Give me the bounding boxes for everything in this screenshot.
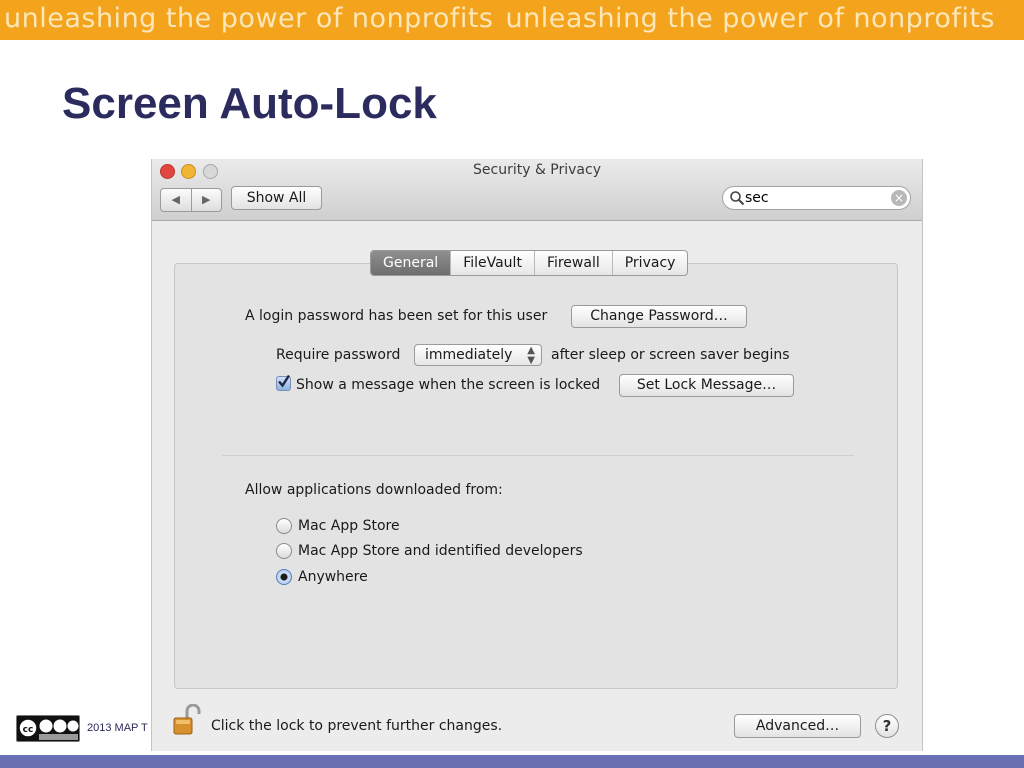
tab-filevault[interactable]: FileVault: [450, 251, 534, 275]
unlocked-padlock-icon[interactable]: [172, 704, 202, 736]
creative-commons-badge: cc: [18, 718, 79, 740]
checkmark-icon: [278, 374, 291, 388]
security-privacy-window: Security & Privacy ◀ ▶ Show All × Genera…: [151, 159, 923, 751]
creative-commons-icon: cc: [16, 715, 80, 742]
back-forward-control: ◀ ▶: [160, 188, 222, 212]
require-password-value: immediately: [425, 347, 513, 363]
set-lock-message-button[interactable]: Set Lock Message…: [619, 374, 794, 397]
clear-icon[interactable]: ×: [891, 190, 907, 206]
require-password-select[interactable]: immediately ▲ ▼: [414, 344, 542, 366]
search-icon: [730, 191, 745, 206]
help-button[interactable]: ?: [875, 714, 899, 738]
change-password-button[interactable]: Change Password…: [571, 305, 747, 328]
banner-text-repeat: unleashing the power of nonprofits: [505, 3, 995, 34]
window-title: Security & Privacy: [473, 162, 601, 178]
banner-text: unleashing the power of nonprofits: [4, 3, 494, 34]
show-message-checkbox[interactable]: [276, 374, 291, 391]
radio-identified-developers[interactable]: [276, 543, 292, 559]
search-field[interactable]: ×: [722, 186, 911, 210]
radio-anywhere[interactable]: [276, 569, 292, 585]
section-divider: [222, 455, 854, 456]
show-all-button[interactable]: Show All: [231, 186, 322, 210]
require-password-label: Require password: [276, 347, 401, 363]
login-password-label: A login password has been set for this u…: [245, 308, 548, 324]
radio-anywhere-label: Anywhere: [298, 569, 368, 585]
advanced-button[interactable]: Advanced…: [734, 714, 861, 738]
allow-apps-label: Allow applications downloaded from:: [245, 482, 503, 498]
header-banner: unleashing the power of nonprofits unleas…: [0, 0, 1024, 40]
search-input[interactable]: [745, 189, 885, 207]
footer-bar: [0, 755, 1024, 768]
stepper-arrows-icon: ▲ ▼: [527, 345, 535, 366]
lock-message: Click the lock to prevent further change…: [211, 718, 503, 734]
radio-mac-app-store[interactable]: [276, 518, 292, 534]
slide-title: Screen Auto-Lock: [62, 79, 437, 128]
tab-bar: General FileVault Firewall Privacy: [370, 250, 689, 276]
forward-button[interactable]: ▶: [190, 189, 222, 211]
window-titlebar: Security & Privacy ◀ ▶ Show All ×: [152, 159, 922, 221]
svg-text:cc: cc: [23, 725, 34, 735]
require-password-suffix: after sleep or screen saver begins: [551, 347, 790, 363]
tab-general[interactable]: General: [371, 251, 451, 275]
copyright-footnote: 2013 MAP T: [87, 722, 148, 734]
tab-firewall[interactable]: Firewall: [533, 251, 612, 275]
show-message-label: Show a message when the screen is locked: [296, 377, 601, 393]
tab-privacy[interactable]: Privacy: [611, 251, 688, 275]
tab-panel-general: [174, 263, 898, 689]
radio-mac-app-store-label: Mac App Store: [298, 518, 400, 534]
back-button[interactable]: ◀: [161, 189, 191, 211]
radio-identified-developers-label: Mac App Store and identified developers: [298, 543, 583, 559]
